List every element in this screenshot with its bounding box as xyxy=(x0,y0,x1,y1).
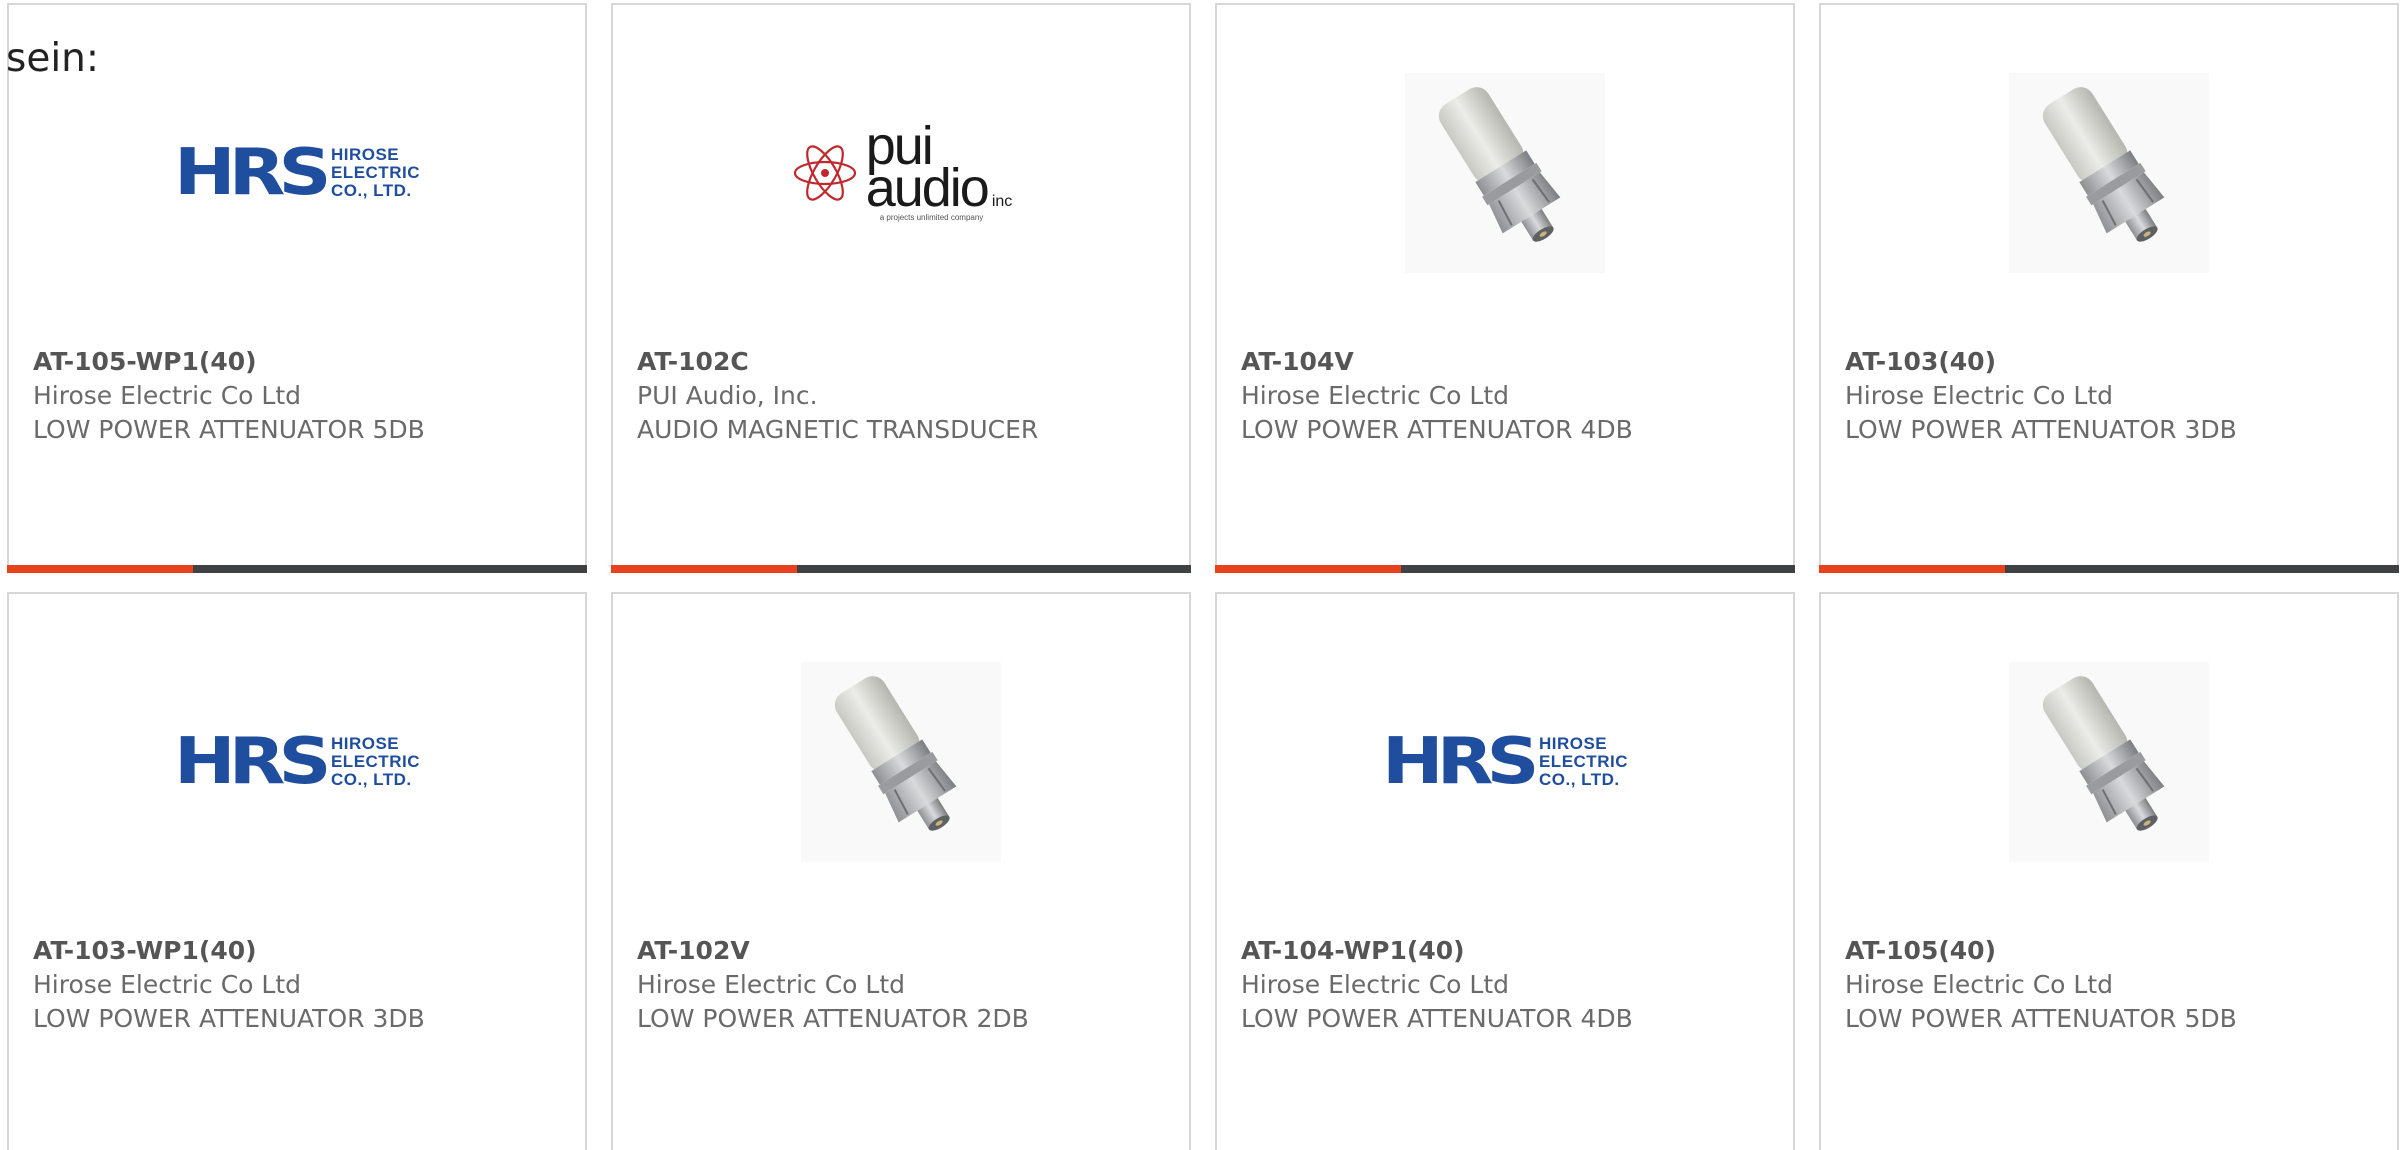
product-description: LOW POWER ATTENUATOR 3DB xyxy=(33,1004,425,1033)
hirose-logo-line1: HIROSE xyxy=(1538,734,1608,753)
carousel-progress-fill xyxy=(1819,565,2005,573)
part-number-link[interactable]: AT-103(40) xyxy=(1845,345,2387,379)
product-card[interactable]: HRS HIROSE ELECTRIC CO., LTD. AT-105-WP1… xyxy=(7,3,587,573)
product-image-area[interactable] xyxy=(1821,662,2397,862)
product-card[interactable]: AT-104V Hirose Electric Co Ltd LOW POWER A… xyxy=(1215,3,1795,573)
product-image-area[interactable] xyxy=(1821,73,2397,273)
hirose-logo-line1: HIROSE xyxy=(330,145,400,164)
manufacturer-name: Hirose Electric Co Ltd xyxy=(1241,381,1510,410)
manufacturer-name: Hirose Electric Co Ltd xyxy=(33,381,302,410)
carousel-progress-fill xyxy=(1215,565,1401,573)
hirose-logo-mark: HRS xyxy=(174,136,331,210)
carousel-progress-bar xyxy=(1215,565,1795,573)
product-description: LOW POWER ATTENUATOR 5DB xyxy=(33,415,425,444)
attenuator-image xyxy=(2042,676,2165,831)
part-number-link[interactable]: AT-102C xyxy=(637,345,1179,379)
product-image-area[interactable]: HRS HIROSE ELECTRIC CO., LTD. xyxy=(9,73,585,273)
product-description: LOW POWER ATTENUATOR 5DB xyxy=(1845,1004,2237,1033)
carousel-progress-bar xyxy=(1819,565,2399,573)
product-description: LOW POWER ATTENUATOR 4DB xyxy=(1241,415,1633,444)
hirose-logo-line2: ELECTRIC xyxy=(1538,752,1628,771)
hirose-logo-mark: HRS xyxy=(1382,725,1539,799)
product-info: AT-102V Hirose Electric Co Ltd LOW POWER A… xyxy=(637,934,1179,1036)
hirose-logo: HRS HIROSE ELECTRIC CO., LTD. xyxy=(174,730,420,794)
product-card[interactable]: pui audio inc a projects unlimited compa… xyxy=(611,3,1191,573)
atom-icon xyxy=(793,145,856,201)
product-info: AT-102C PUI Audio, Inc. AUDIO MAGNETIC TRA… xyxy=(637,345,1179,447)
product-description: LOW POWER ATTENUATOR 3DB xyxy=(1845,415,2237,444)
hirose-logo-text: HIROSE ELECTRIC CO., LTD. xyxy=(331,146,420,200)
product-info: AT-104-WP1(40) Hirose Electric Co Ltd LOW … xyxy=(1241,934,1783,1036)
pui-logo-inc: inc xyxy=(991,192,1013,210)
hirose-logo-line2: ELECTRIC xyxy=(330,163,420,182)
part-number-link[interactable]: AT-104-WP1(40) xyxy=(1241,934,1783,968)
attenuator-image xyxy=(1438,87,1561,242)
attenuator-photo xyxy=(2009,73,2209,273)
attenuator-photo xyxy=(2009,662,2209,862)
hirose-logo-line3: CO., LTD. xyxy=(330,770,412,789)
product-grid-page: sein: HRS HIROSE ELECTRIC CO., LTD. AT-1… xyxy=(0,0,2400,1150)
pui-logo-line2: audio xyxy=(865,157,990,218)
product-image-area[interactable] xyxy=(613,662,1189,862)
manufacturer-name: Hirose Electric Co Ltd xyxy=(1845,970,2114,999)
part-number-link[interactable]: AT-103-WP1(40) xyxy=(33,934,575,968)
hirose-logo-text: HIROSE ELECTRIC CO., LTD. xyxy=(1539,735,1628,789)
product-info: AT-104V Hirose Electric Co Ltd LOW POWER A… xyxy=(1241,345,1783,447)
attenuator-photo xyxy=(801,662,1001,862)
product-info: AT-105(40) Hirose Electric Co Ltd LOW POWE… xyxy=(1845,934,2387,1036)
part-number-link[interactable]: AT-105-WP1(40) xyxy=(33,345,575,379)
attenuator-image xyxy=(2042,87,2165,242)
product-description: LOW POWER ATTENUATOR 4DB xyxy=(1241,1004,1633,1033)
attenuator-image xyxy=(834,676,957,831)
pui-logo-tagline: a projects unlimited company xyxy=(879,212,984,222)
carousel-progress-bar xyxy=(611,565,1191,573)
carousel-progress-fill xyxy=(611,565,797,573)
pui-audio-logo: pui audio inc a projects unlimited compa… xyxy=(790,119,1013,222)
manufacturer-name: PUI Audio, Inc. xyxy=(637,381,818,410)
product-description: LOW POWER ATTENUATOR 2DB xyxy=(637,1004,1029,1033)
hirose-logo-text: HIROSE ELECTRIC CO., LTD. xyxy=(331,735,420,789)
product-card[interactable]: AT-102V Hirose Electric Co Ltd LOW POWER A… xyxy=(611,592,1191,1150)
manufacturer-name: Hirose Electric Co Ltd xyxy=(637,970,906,999)
part-number-link[interactable]: AT-105(40) xyxy=(1845,934,2387,968)
manufacturer-name: Hirose Electric Co Ltd xyxy=(1241,970,1510,999)
attenuator-photo xyxy=(1405,73,1605,273)
product-card[interactable]: AT-105(40) Hirose Electric Co Ltd LOW POWE… xyxy=(1819,592,2399,1150)
hirose-logo-line2: ELECTRIC xyxy=(330,752,420,771)
product-info: AT-105-WP1(40) Hirose Electric Co Ltd LOW … xyxy=(33,345,575,447)
carousel-progress-fill xyxy=(7,565,193,573)
hirose-logo: HRS HIROSE ELECTRIC CO., LTD. xyxy=(1382,730,1628,794)
pui-audio-wordmark: pui audio inc a projects unlimited compa… xyxy=(865,119,1013,222)
part-number-link[interactable]: AT-104V xyxy=(1241,345,1783,379)
part-number-link[interactable]: AT-102V xyxy=(637,934,1179,968)
manufacturer-name: Hirose Electric Co Ltd xyxy=(1845,381,2114,410)
product-image-area[interactable]: HRS HIROSE ELECTRIC CO., LTD. xyxy=(9,662,585,862)
hirose-logo-line3: CO., LTD. xyxy=(1538,770,1620,789)
product-image-area[interactable] xyxy=(1217,73,1793,273)
intro-text: sein: xyxy=(6,36,100,81)
hirose-logo-mark: HRS xyxy=(174,725,331,799)
product-info: AT-103-WP1(40) Hirose Electric Co Ltd LOW … xyxy=(33,934,575,1036)
product-info: AT-103(40) Hirose Electric Co Ltd LOW POWE… xyxy=(1845,345,2387,447)
product-description: AUDIO MAGNETIC TRANSDUCER xyxy=(637,415,1039,444)
product-card[interactable]: AT-103(40) Hirose Electric Co Ltd LOW POWE… xyxy=(1819,3,2399,573)
hirose-logo-line3: CO., LTD. xyxy=(330,181,412,200)
carousel-progress-bar xyxy=(7,565,587,573)
hirose-logo: HRS HIROSE ELECTRIC CO., LTD. xyxy=(174,141,420,205)
product-card[interactable]: HRS HIROSE ELECTRIC CO., LTD. AT-103-WP1… xyxy=(7,592,587,1150)
product-card[interactable]: HRS HIROSE ELECTRIC CO., LTD. AT-104-WP1… xyxy=(1215,592,1795,1150)
hirose-logo-line1: HIROSE xyxy=(330,734,400,753)
product-image-area[interactable]: HRS HIROSE ELECTRIC CO., LTD. xyxy=(1217,662,1793,862)
product-image-area[interactable]: pui audio inc a projects unlimited compa… xyxy=(613,73,1189,273)
manufacturer-name: Hirose Electric Co Ltd xyxy=(33,970,302,999)
